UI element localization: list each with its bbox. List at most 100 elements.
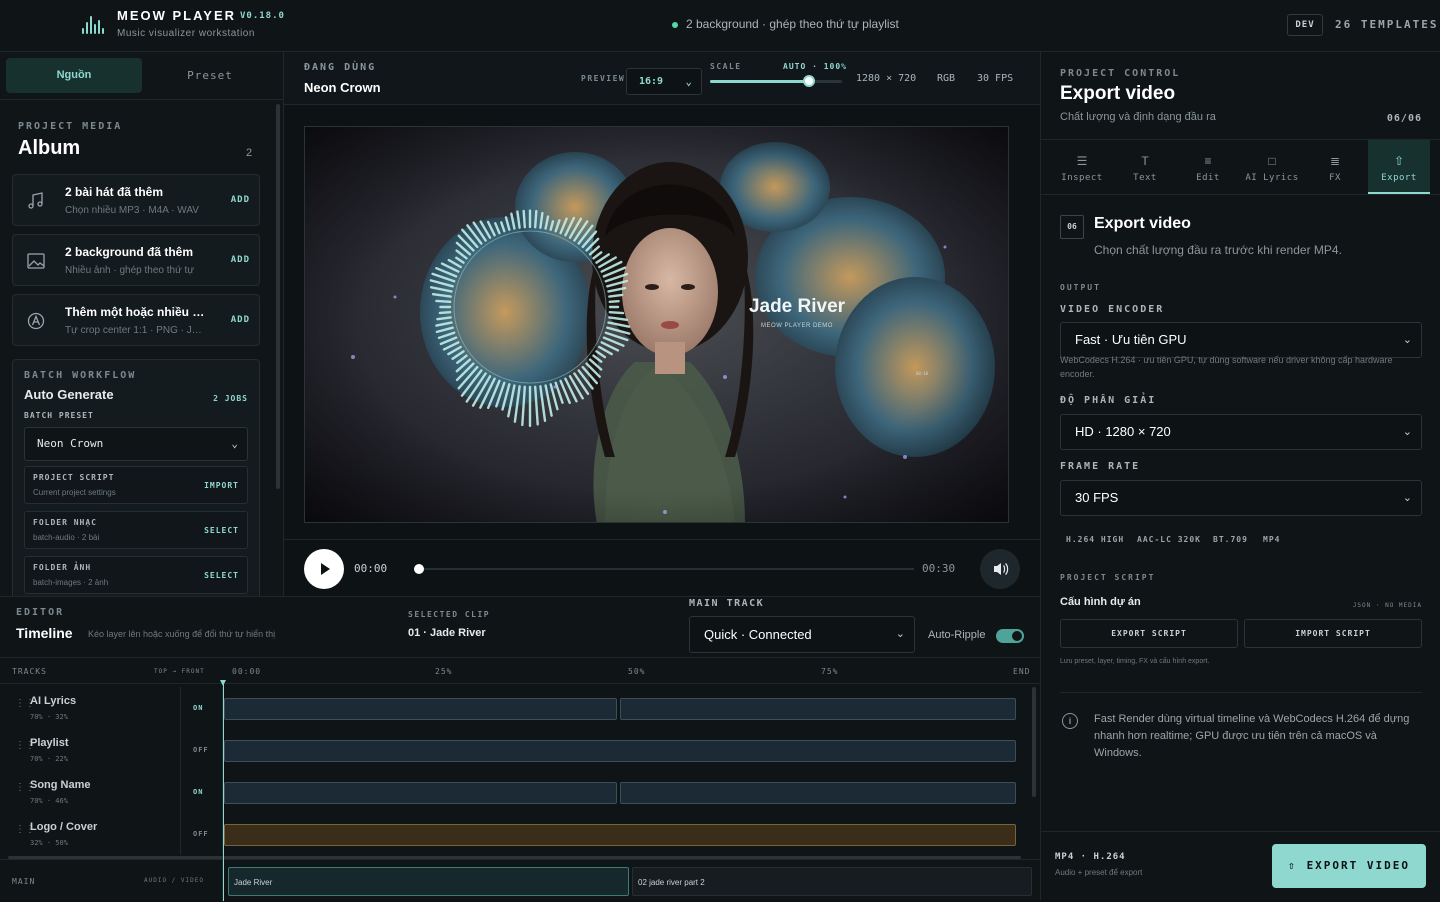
- preview-label: PREVIEW: [581, 74, 626, 83]
- seek-handle[interactable]: [414, 564, 424, 574]
- tab-preset[interactable]: Preset: [142, 58, 278, 93]
- upload-icon: ⇧: [1287, 859, 1297, 872]
- sliders-icon: ≡: [1204, 154, 1212, 168]
- project-control-kicker: PROJECT CONTROL: [1060, 68, 1181, 79]
- track-meta: 70% · 22%: [30, 755, 68, 763]
- media-card-songs[interactable]: 2 bài hát đã thêm Chọn nhiều MP3 · M4A ·…: [12, 174, 260, 226]
- editor-hint: Kéo layer lên hoặc xuống để đổi thứ tự h…: [88, 629, 276, 639]
- scale-slider[interactable]: [710, 75, 842, 87]
- track-clip[interactable]: [224, 698, 617, 720]
- media-card-backgrounds[interactable]: 2 background đã thêm Nhiều ảnh · ghép th…: [12, 234, 260, 286]
- track-visibility-toggle[interactable]: OFF: [193, 746, 209, 754]
- main-track-select[interactable]: Quick · Connected ⌄: [689, 616, 915, 653]
- play-button[interactable]: [304, 549, 344, 589]
- select-image-folder-button[interactable]: SELECT: [204, 571, 239, 580]
- track-meta: 70% · 46%: [30, 797, 68, 805]
- info-text: Fast Render dùng virtual timeline và Web…: [1094, 713, 1410, 759]
- track-visibility-toggle[interactable]: ON: [193, 788, 203, 796]
- divider: [180, 813, 181, 855]
- divider: [0, 99, 283, 100]
- track-clip[interactable]: [224, 740, 1016, 762]
- divider: [180, 729, 181, 771]
- script-tag: JSON · NO MEDIA: [1352, 602, 1422, 609]
- timeline-scrollbar[interactable]: [1032, 687, 1036, 797]
- batch-row-title: FOLDER ẢNH: [33, 563, 92, 572]
- app-header: MEOW PLAYER V0.18.0 Music visualizer wor…: [0, 0, 1440, 52]
- batch-row-sub: batch-images · 2 ảnh: [33, 578, 109, 587]
- track-row[interactable]: ⋮⋮ Logo / Cover 32% · 50% OFF: [0, 813, 1040, 855]
- tab-ai-lyrics[interactable]: □ AI Lyrics: [1241, 140, 1303, 194]
- resolution-label: ĐỘ PHÂN GIẢI: [1060, 395, 1157, 406]
- env-badge[interactable]: DEV: [1287, 14, 1323, 36]
- playhead[interactable]: [220, 680, 226, 901]
- import-script-button[interactable]: IMPORT SCRIPT: [1244, 619, 1422, 648]
- aspect-ratio-select[interactable]: 16:9 ⌄: [626, 68, 702, 95]
- track-name: Logo / Cover: [30, 821, 98, 833]
- track-clip[interactable]: [620, 698, 1016, 720]
- ruler-mark: 00:00: [232, 667, 262, 676]
- volume-icon: [994, 563, 1009, 575]
- scale-slider-handle[interactable]: [803, 75, 815, 87]
- track-clip[interactable]: [224, 824, 1016, 846]
- track-meta: 70% · 32%: [30, 713, 68, 721]
- preview-canvas[interactable]: Jade River MEOW PLAYER DEMO 00:10: [304, 126, 1009, 523]
- batch-preset-select[interactable]: Neon Crown ⌄: [24, 427, 248, 461]
- tab-export[interactable]: ⇧ Export: [1368, 140, 1430, 194]
- script-title: Cấu hình dự án: [1060, 596, 1141, 608]
- track-row[interactable]: ⋮⋮ Playlist 70% · 22% OFF: [0, 729, 1040, 771]
- fps-chip: 30 FPS: [977, 73, 1014, 84]
- volume-button[interactable]: [980, 549, 1020, 589]
- export-video-button[interactable]: ⇧ EXPORT VIDEO: [1272, 844, 1426, 888]
- track-row[interactable]: ⋮⋮ AI Lyrics 70% · 32% ON: [0, 687, 1040, 729]
- drag-handle-icon[interactable]: ⋮⋮: [15, 741, 35, 759]
- batch-kicker: BATCH WORKFLOW: [24, 370, 137, 381]
- add-logos-button[interactable]: ADD: [231, 315, 250, 325]
- export-icon: ⇧: [1393, 154, 1405, 168]
- batch-title: Auto Generate: [24, 387, 114, 402]
- main-clip-1[interactable]: Jade River: [228, 867, 629, 896]
- tab-fx[interactable]: ≣ FX: [1304, 140, 1366, 194]
- frame-rate-select[interactable]: 30 FPS ⌄: [1060, 480, 1422, 516]
- drag-handle-icon[interactable]: ⋮⋮: [15, 825, 35, 843]
- selected-clip-value: 01 · Jade River: [408, 627, 486, 639]
- chevron-down-icon: ⌄: [231, 437, 238, 450]
- track-meta: 32% · 50%: [30, 839, 68, 847]
- import-script-button[interactable]: IMPORT: [204, 481, 239, 490]
- codec-chip: AAC-LC 320K: [1137, 535, 1201, 544]
- add-backgrounds-button[interactable]: ADD: [231, 255, 250, 265]
- track-visibility-toggle[interactable]: OFF: [193, 830, 209, 838]
- song-sub-overlay: MEOW PLAYER DEMO: [761, 323, 833, 329]
- add-songs-button[interactable]: ADD: [231, 195, 250, 205]
- scale-label: SCALE: [710, 62, 742, 71]
- fx-icon: ≣: [1329, 154, 1341, 168]
- seek-bar[interactable]: [414, 564, 914, 574]
- resolution-select[interactable]: HD · 1280 × 720 ⌄: [1060, 414, 1422, 450]
- media-card-logos[interactable]: Thêm một hoặc nhiều logo Tự crop center …: [12, 294, 260, 346]
- header-status: 2 background · ghép theo thứ tự playlist: [672, 17, 899, 31]
- step-badge: 06: [1060, 215, 1084, 239]
- media-card-title: 2 bài hát đã thêm: [65, 185, 164, 199]
- tab-inspect[interactable]: ☰ Inspect: [1051, 140, 1113, 194]
- editor-title: Timeline: [16, 625, 73, 641]
- track-row[interactable]: ⋮⋮ Song Name 70% · 46% ON: [0, 771, 1040, 813]
- left-scrollbar[interactable]: [276, 104, 280, 489]
- now-title: Neon Crown: [304, 80, 381, 95]
- select-audio-folder-button[interactable]: SELECT: [204, 526, 239, 535]
- logo-icon: [27, 312, 45, 330]
- export-script-button[interactable]: EXPORT SCRIPT: [1060, 619, 1238, 648]
- batch-jobs: 2 JOBS: [213, 394, 248, 403]
- tab-edit[interactable]: ≡ Edit: [1177, 140, 1239, 194]
- track-visibility-toggle[interactable]: ON: [193, 704, 203, 712]
- track-clip[interactable]: [620, 782, 1016, 804]
- tab-text[interactable]: T Text: [1114, 140, 1176, 194]
- tab-source[interactable]: Nguồn: [6, 58, 142, 93]
- auto-ripple-toggle[interactable]: [996, 629, 1024, 643]
- media-kicker: PROJECT MEDIA: [18, 121, 123, 132]
- info-icon: i: [1062, 713, 1078, 729]
- track-clip[interactable]: [224, 782, 617, 804]
- batch-row-title: FOLDER NHẠC: [33, 518, 97, 527]
- templates-button[interactable]: 26 TEMPLATES: [1335, 18, 1438, 31]
- drag-handle-icon[interactable]: ⋮⋮: [15, 783, 35, 801]
- drag-handle-icon[interactable]: ⋮⋮: [15, 699, 35, 717]
- main-clip-2[interactable]: 02 jade river part 2: [632, 867, 1032, 896]
